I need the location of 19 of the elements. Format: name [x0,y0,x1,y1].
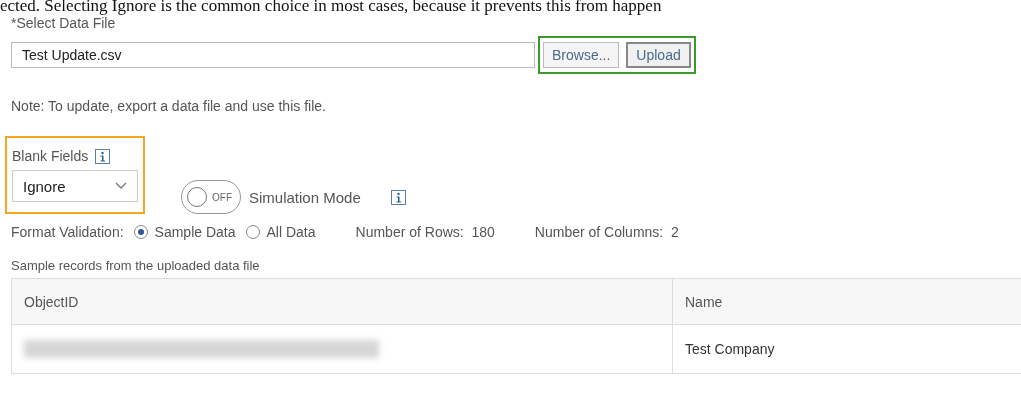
file-input-field[interactable]: Test Update.csv [11,42,535,68]
note-text: Note: To update, export a data file and use this file. [11,98,327,114]
radio-label[interactable]: Sample Data [154,224,236,240]
info-icon[interactable] [95,148,111,164]
stat-text: Number of Columns: 2 [534,224,679,240]
browse-button[interactable]: Browse... [543,42,620,68]
column-header: ObjectID [11,278,673,325]
field-label: Format Validation: [11,224,124,240]
table-caption: Sample records from the uploaded data file [11,258,261,273]
field-label: Blank Fields [12,148,89,164]
radio-label[interactable]: All Data [266,224,316,240]
dropdown[interactable]: Ignore [12,170,138,202]
info-icon[interactable] [390,190,406,205]
toggle-label: Simulation Mode [249,189,361,206]
field-label: *Select Data File [11,15,117,31]
stat-text: Number of Rows: 180 [355,224,495,240]
chevron-down-icon[interactable] [115,182,127,190]
column-header: Name [672,278,1021,325]
upload-button[interactable]: Upload [626,42,691,68]
